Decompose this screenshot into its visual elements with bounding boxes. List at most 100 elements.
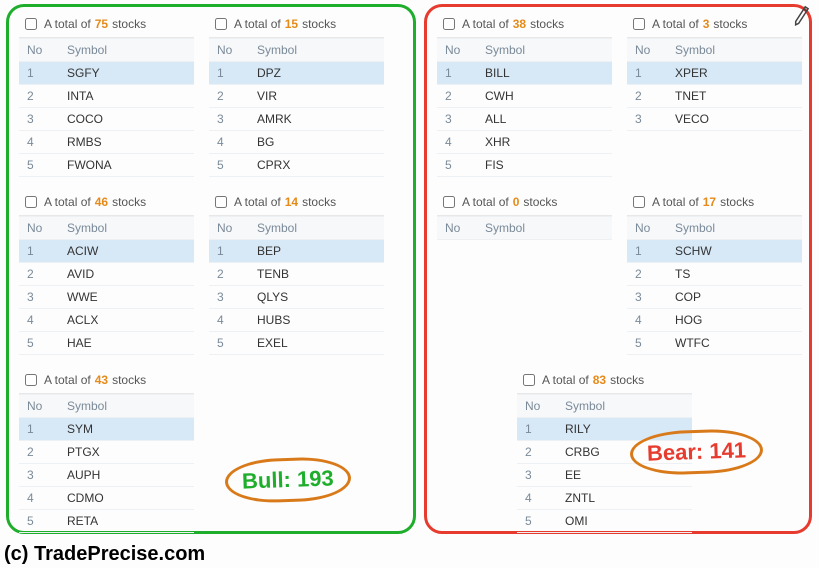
column-header[interactable]: Symbol xyxy=(477,39,612,62)
table-row[interactable]: 1SGFY xyxy=(19,62,194,85)
column-header[interactable]: Symbol xyxy=(477,217,612,240)
stock-panel: A total of 0 stocksNoSymbol xyxy=(437,191,612,240)
table-row[interactable]: 1ACIW xyxy=(19,240,194,263)
table-row[interactable]: 4XHR xyxy=(437,131,612,154)
stock-symbol: ZNTL xyxy=(557,487,692,510)
row-number: 2 xyxy=(517,441,557,464)
column-header[interactable]: Symbol xyxy=(59,217,194,240)
table-row[interactable]: 3QLYS xyxy=(209,286,384,309)
table-row[interactable]: 2INTA xyxy=(19,85,194,108)
edit-icon[interactable] xyxy=(789,2,815,28)
row-number: 3 xyxy=(627,108,667,131)
column-header[interactable]: Symbol xyxy=(249,217,384,240)
table-row[interactable]: 4ACLX xyxy=(19,309,194,332)
column-header[interactable]: Symbol xyxy=(59,39,194,62)
table-row[interactable]: 5WTFC xyxy=(627,332,802,355)
table-row[interactable]: 1SCHW xyxy=(627,240,802,263)
panel-select-checkbox[interactable] xyxy=(523,374,535,386)
table-row[interactable]: 1SYM xyxy=(19,418,194,441)
table-row[interactable]: 2VIR xyxy=(209,85,384,108)
panel-select-checkbox[interactable] xyxy=(25,196,37,208)
column-header[interactable]: No xyxy=(19,39,59,62)
table-row[interactable]: 2PTGX xyxy=(19,441,194,464)
stock-symbol: SCHW xyxy=(667,240,802,263)
stock-symbol: TENB xyxy=(249,263,384,286)
table-row[interactable]: 5FWONA xyxy=(19,154,194,177)
table-row[interactable]: 4RMBS xyxy=(19,131,194,154)
panel-select-checkbox[interactable] xyxy=(215,18,227,30)
column-header[interactable]: No xyxy=(627,39,667,62)
stock-panel: A total of 3 stocksNoSymbol1XPER2TNET3VE… xyxy=(627,13,802,131)
panel-select-checkbox[interactable] xyxy=(215,196,227,208)
panel-select-checkbox[interactable] xyxy=(25,374,37,386)
table-row[interactable]: 5CPRX xyxy=(209,154,384,177)
table-row[interactable]: 3COP xyxy=(627,286,802,309)
column-header[interactable]: No xyxy=(19,395,59,418)
table-row[interactable]: 1BILL xyxy=(437,62,612,85)
table-row[interactable]: 1XPER xyxy=(627,62,802,85)
table-row[interactable]: 2TNET xyxy=(627,85,802,108)
panel-select-checkbox[interactable] xyxy=(25,18,37,30)
panel-select-checkbox[interactable] xyxy=(443,196,455,208)
row-number: 4 xyxy=(209,131,249,154)
row-number: 2 xyxy=(19,85,59,108)
stock-symbol: CWH xyxy=(477,85,612,108)
panel-stock-count: 3 xyxy=(703,17,710,31)
column-header[interactable]: No xyxy=(209,217,249,240)
table-row[interactable]: 2AVID xyxy=(19,263,194,286)
table-row[interactable]: 1DPZ xyxy=(209,62,384,85)
table-row[interactable]: 4BG xyxy=(209,131,384,154)
table-row[interactable]: 3VECO xyxy=(627,108,802,131)
table-row[interactable]: 4ZNTL xyxy=(517,487,692,510)
column-header[interactable]: No xyxy=(209,39,249,62)
table-row[interactable]: 2CWH xyxy=(437,85,612,108)
stock-symbol: XPER xyxy=(667,62,802,85)
table-row[interactable]: 3WWE xyxy=(19,286,194,309)
table-row[interactable]: 2TS xyxy=(627,263,802,286)
column-header[interactable]: No xyxy=(627,217,667,240)
table-row[interactable]: 5OMI xyxy=(517,510,692,533)
panel-header-prefix: A total of xyxy=(44,373,91,387)
table-row[interactable]: 3ALL xyxy=(437,108,612,131)
table-row[interactable]: 4HUBS xyxy=(209,309,384,332)
row-number: 2 xyxy=(627,85,667,108)
row-number: 3 xyxy=(437,108,477,131)
stock-panel: A total of 46 stocksNoSymbol1ACIW2AVID3W… xyxy=(19,191,194,355)
table-row[interactable]: 2TENB xyxy=(209,263,384,286)
stock-table: NoSymbol1DPZ2VIR3AMRK4BG5CPRX xyxy=(209,38,384,177)
column-header[interactable]: No xyxy=(19,217,59,240)
panel-header-prefix: A total of xyxy=(44,17,91,31)
column-header[interactable]: Symbol xyxy=(249,39,384,62)
panel-header-suffix: stocks xyxy=(720,195,754,209)
table-row[interactable]: 1BEP xyxy=(209,240,384,263)
row-number: 1 xyxy=(437,62,477,85)
table-row[interactable]: 3COCO xyxy=(19,108,194,131)
table-row[interactable]: 5EXEL xyxy=(209,332,384,355)
row-number: 4 xyxy=(209,309,249,332)
row-number: 5 xyxy=(19,510,59,533)
table-row[interactable]: 3AMRK xyxy=(209,108,384,131)
panel-select-checkbox[interactable] xyxy=(633,18,645,30)
table-row[interactable]: 4CDMO xyxy=(19,487,194,510)
panel-select-checkbox[interactable] xyxy=(443,18,455,30)
stock-panel: A total of 43 stocksNoSymbol1SYM2PTGX3AU… xyxy=(19,369,194,533)
column-header[interactable]: Symbol xyxy=(667,39,802,62)
column-header[interactable]: No xyxy=(517,395,557,418)
table-row[interactable]: 3AUPH xyxy=(19,464,194,487)
column-header[interactable]: No xyxy=(437,39,477,62)
panel-stock-count: 75 xyxy=(95,17,108,31)
column-header[interactable]: No xyxy=(437,217,477,240)
table-row[interactable]: 5FIS xyxy=(437,154,612,177)
column-header[interactable]: Symbol xyxy=(557,395,692,418)
stock-symbol: BEP xyxy=(249,240,384,263)
panel-header: A total of 43 stocks xyxy=(19,369,194,394)
row-number: 4 xyxy=(19,131,59,154)
table-row[interactable]: 5RETA xyxy=(19,510,194,533)
table-row[interactable]: 5HAE xyxy=(19,332,194,355)
panel-select-checkbox[interactable] xyxy=(633,196,645,208)
table-row[interactable]: 4HOG xyxy=(627,309,802,332)
panel-header-prefix: A total of xyxy=(234,17,281,31)
column-header[interactable]: Symbol xyxy=(59,395,194,418)
column-header[interactable]: Symbol xyxy=(667,217,802,240)
stock-table: NoSymbol xyxy=(437,216,612,240)
